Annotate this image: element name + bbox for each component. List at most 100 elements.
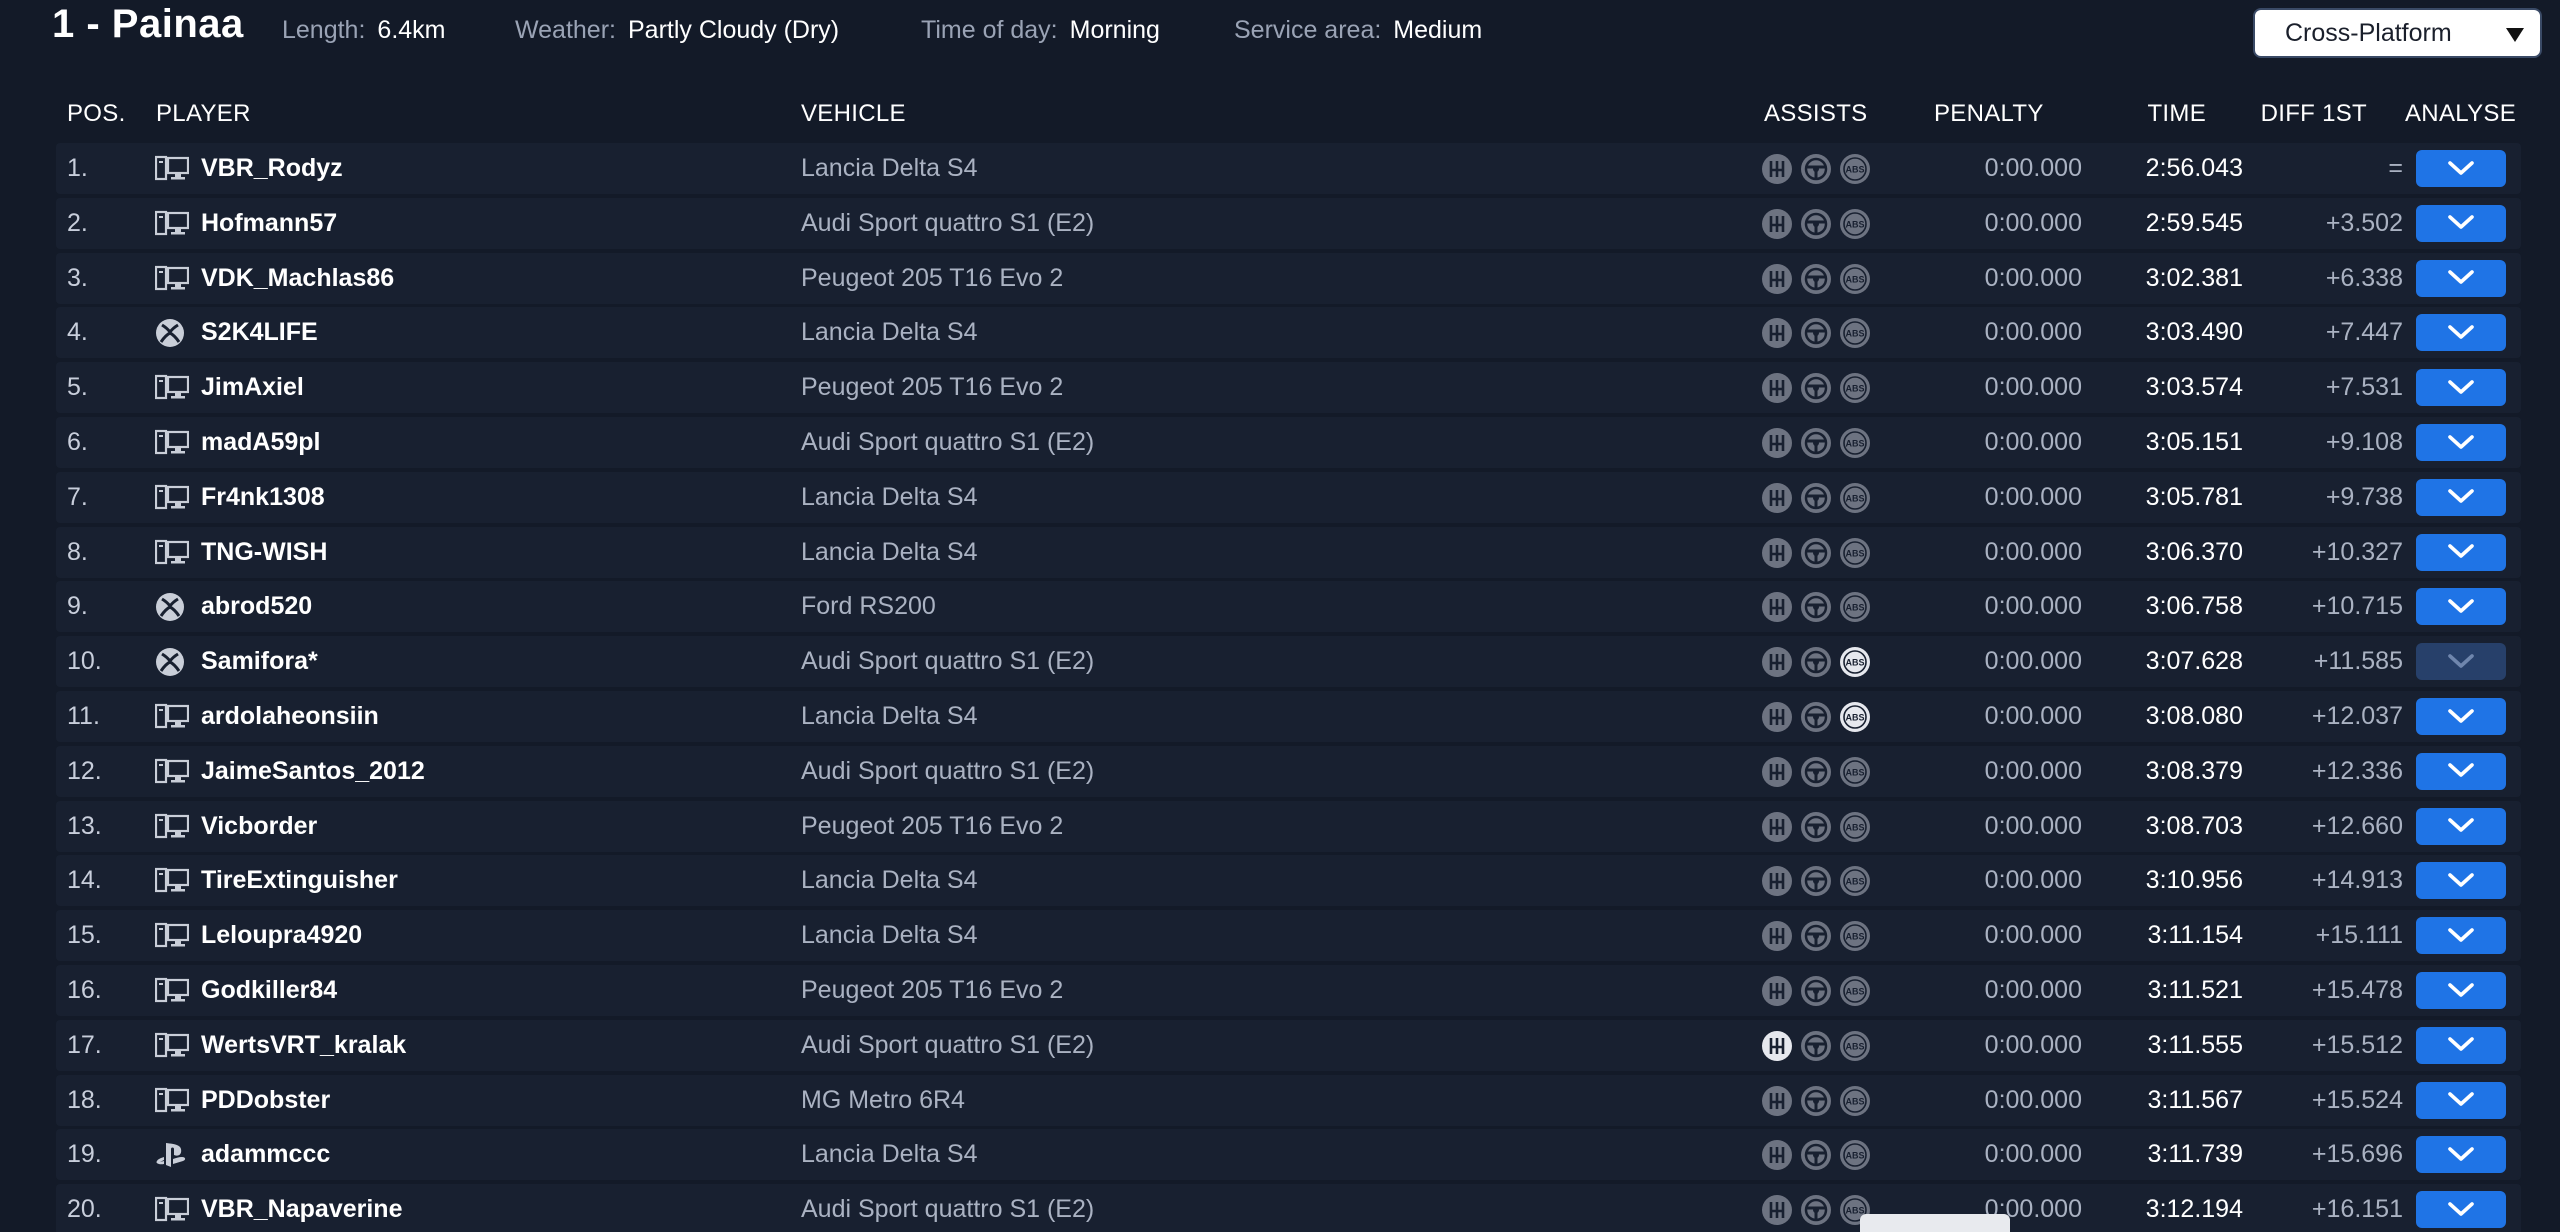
- row-player-name[interactable]: VDK_Machlas86: [201, 264, 394, 293]
- analyse-button[interactable]: [2416, 972, 2506, 1009]
- svg-text:ABS: ABS: [1845, 219, 1864, 229]
- abs-assist-icon: ABS: [1840, 208, 1870, 239]
- row-time: 3:11.739: [2147, 1140, 2243, 1169]
- row-player-name[interactable]: WertsVRT_kralak: [201, 1031, 406, 1060]
- analyse-button[interactable]: [2416, 807, 2506, 845]
- table-row: 9. abrod520 Ford RS200 ABS 0:00.000 3:06.758 +…: [56, 581, 2521, 633]
- column-header-diff[interactable]: DIFF 1ST: [2261, 100, 2367, 128]
- table-header: POS. PLAYER VEHICLE ASSISTS PENALTY TIME…: [0, 94, 2560, 134]
- analyse-button[interactable]: [2416, 698, 2506, 735]
- table-row: 16. Godkiller84 Peugeot 205 T16 Evo 2 ABS 0:…: [56, 965, 2521, 1016]
- steering-assist-icon: [1801, 1195, 1831, 1226]
- pc-icon: [154, 921, 190, 951]
- column-header-analyse[interactable]: ANALYSE: [2405, 100, 2516, 128]
- row-vehicle: Audi Sport quattro S1 (E2): [801, 1030, 1095, 1059]
- column-header-time[interactable]: TIME: [2147, 100, 2206, 128]
- svg-text:ABS: ABS: [1845, 932, 1864, 942]
- column-header-penalty[interactable]: PENALTY: [1934, 100, 2044, 128]
- gearbox-assist-icon: [1762, 647, 1792, 678]
- gearbox-assist-icon: [1762, 482, 1792, 513]
- analyse-button[interactable]: [2416, 752, 2506, 790]
- analyse-button[interactable]: [2416, 204, 2506, 242]
- xbox-icon: [155, 318, 189, 348]
- row-diff: +15.696: [2311, 1140, 2403, 1169]
- analyse-button[interactable]: [2416, 862, 2506, 900]
- row-player-name[interactable]: Samifora*: [201, 647, 318, 676]
- row-assists: ABS: [1761, 865, 1871, 897]
- row-penalty: 0:00.000: [1984, 647, 2082, 676]
- analyse-button[interactable]: [2416, 150, 2506, 187]
- row-player-name[interactable]: JimAxiel: [201, 373, 304, 402]
- analyse-button[interactable]: [2416, 424, 2506, 461]
- tooltip-popup: [1860, 1214, 2010, 1232]
- row-assists: ABS: [1761, 208, 1871, 240]
- svg-text:ABS: ABS: [1845, 165, 1864, 175]
- row-player-name[interactable]: adammccc: [201, 1140, 330, 1169]
- row-vehicle: Lancia Delta S4: [801, 154, 978, 182]
- abs-assist-icon: ABS: [1840, 1030, 1870, 1061]
- row-vehicle: Audi Sport quattro S1 (E2): [801, 1195, 1095, 1224]
- pc-icon: [154, 1195, 190, 1225]
- row-player-name[interactable]: Vicborder: [201, 812, 317, 841]
- row-player-name[interactable]: TireExtinguisher: [201, 866, 398, 895]
- row-time: 3:08.379: [2145, 756, 2243, 785]
- row-player-name[interactable]: madA59pl: [201, 428, 320, 457]
- analyse-button[interactable]: [2416, 643, 2506, 681]
- time-of-day-value: Morning: [1069, 16, 1160, 44]
- row-player-name[interactable]: ardolaheonsiin: [201, 702, 379, 731]
- row-position: 16.: [67, 976, 102, 1004]
- analyse-button[interactable]: [2416, 1136, 2506, 1174]
- analyse-button[interactable]: [2416, 588, 2506, 626]
- row-player-name[interactable]: JaimeSantos_2012: [201, 757, 425, 786]
- row-player-name[interactable]: VBR_Rodyz: [201, 154, 343, 183]
- row-time: 3:11.567: [2147, 1085, 2243, 1114]
- pc-icon: [154, 154, 190, 184]
- row-vehicle: Lancia Delta S4: [801, 702, 978, 730]
- row-diff: +12.660: [2311, 811, 2403, 840]
- row-position: 11.: [67, 702, 100, 730]
- analyse-button[interactable]: [2416, 1081, 2506, 1119]
- platform-filter-select[interactable]: Cross-Platform: [2253, 8, 2542, 58]
- row-diff: +12.336: [2311, 756, 2403, 785]
- length-value: 6.4km: [377, 16, 446, 44]
- row-player-name[interactable]: abrod520: [201, 592, 312, 621]
- analyse-button[interactable]: [2416, 259, 2506, 297]
- row-player-name[interactable]: Fr4nk1308: [201, 483, 325, 512]
- column-header-vehicle[interactable]: VEHICLE: [801, 100, 906, 128]
- row-player-name[interactable]: VBR_Napaverine: [201, 1195, 402, 1224]
- row-player-name[interactable]: Hofmann57: [201, 209, 337, 238]
- row-vehicle: Ford RS200: [801, 592, 936, 621]
- row-time: 3:08.703: [2145, 811, 2243, 840]
- abs-assist-icon: ABS: [1840, 1140, 1870, 1171]
- chevron-down-icon: [2448, 379, 2474, 394]
- row-penalty: 0:00.000: [1984, 921, 2082, 950]
- gearbox-assist-icon: [1762, 428, 1792, 458]
- column-header-assists[interactable]: ASSISTS: [1764, 100, 1867, 128]
- row-player-name[interactable]: Godkiller84: [201, 976, 337, 1005]
- analyse-button[interactable]: [2416, 917, 2506, 955]
- column-header-pos[interactable]: POS.: [67, 100, 126, 128]
- analyse-button[interactable]: [2416, 1026, 2506, 1064]
- row-player-name[interactable]: S2K4LIFE: [201, 318, 318, 347]
- row-time: 3:08.080: [2145, 702, 2243, 730]
- analyse-button[interactable]: [2416, 1191, 2506, 1229]
- chevron-down-icon: [2448, 434, 2474, 449]
- chevron-down-icon: [2448, 1092, 2474, 1106]
- row-player-name[interactable]: PDDobster: [201, 1086, 330, 1115]
- svg-text:ABS: ABS: [1845, 987, 1864, 997]
- row-time: 3:06.758: [2145, 592, 2243, 621]
- row-position: 15.: [67, 921, 102, 950]
- svg-text:ABS: ABS: [1845, 384, 1864, 394]
- abs-assist-icon: ABS: [1840, 263, 1870, 294]
- analyse-button[interactable]: [2416, 478, 2506, 516]
- abs-assist-icon: ABS: [1840, 647, 1870, 678]
- row-player-name[interactable]: Leloupra4920: [201, 921, 362, 950]
- analyse-button[interactable]: [2416, 314, 2506, 352]
- column-header-player[interactable]: PLAYER: [156, 100, 251, 128]
- service-area-value: Medium: [1393, 16, 1483, 44]
- analyse-button[interactable]: [2416, 533, 2506, 571]
- analyse-button[interactable]: [2416, 369, 2506, 407]
- row-player-name[interactable]: TNG-WISH: [201, 538, 327, 567]
- row-penalty: 0:00.000: [1984, 1030, 2082, 1059]
- chevron-down-icon: [2448, 489, 2474, 504]
